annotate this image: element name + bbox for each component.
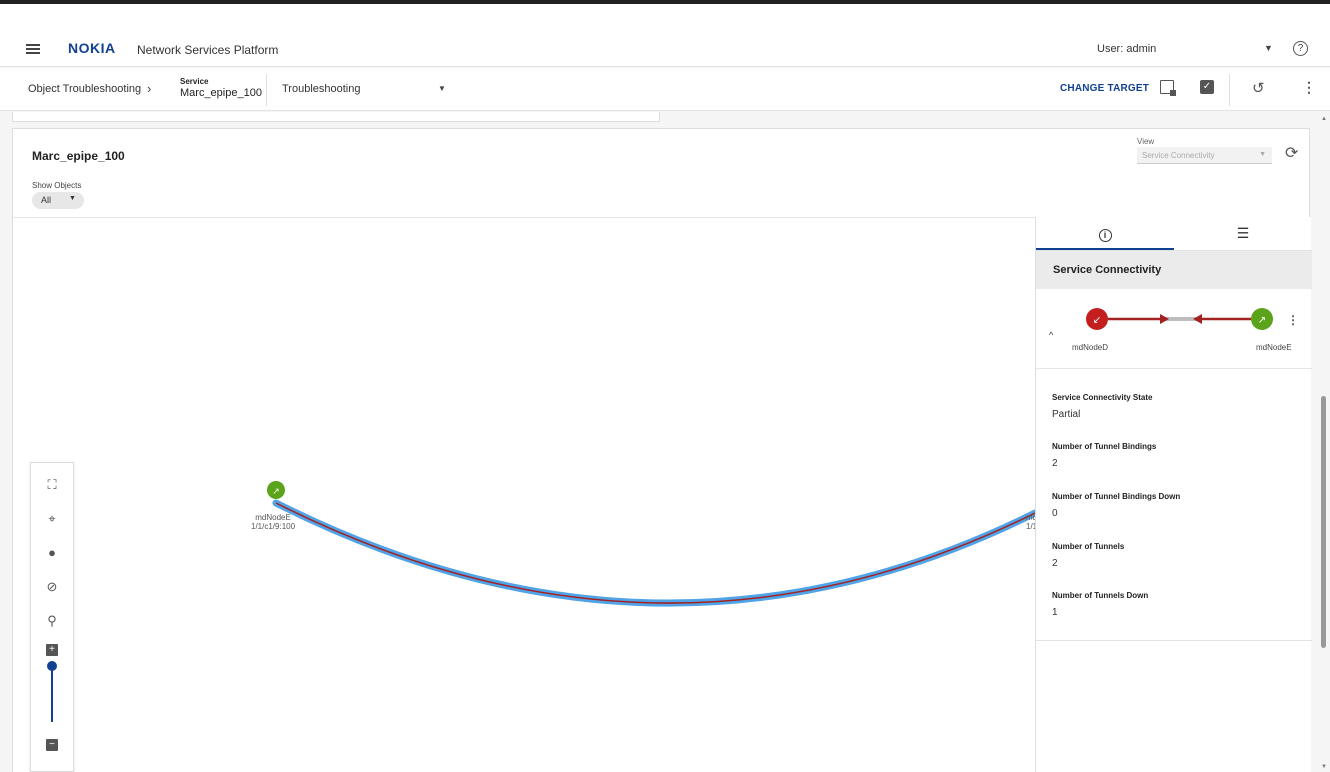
svg-text:↗: ↗ [1258,315,1266,326]
property-value: 0 [1052,508,1058,519]
breadcrumb-object-name: Marc_epipe_100 [180,87,262,99]
app-title: Network Services Platform [137,43,279,57]
tab-info[interactable]: i [1036,217,1174,250]
card-title: Marc_epipe_100 [32,149,125,163]
topology-map[interactable]: ↗ mdNodeE 1/1/c1/9:100 mdNodeD 1/1/c1/9:… [13,218,1039,772]
property-value: 1 [1052,607,1058,618]
list-icon: ☰ [1236,225,1250,241]
node-right-port: 1/1/c1/9:100 [1026,522,1035,531]
node-right-name: mdNodeD [1026,513,1035,522]
change-target-button[interactable]: CHANGE TARGET [1060,83,1149,94]
troubleshooting-card: Marc_epipe_100 View Service Connectivity… [12,128,1312,772]
node-right-label: mdNodeD 1/1/c1/9:100 [1026,513,1035,531]
service-link-core [275,502,1036,604]
details-panel: i ☰ Service Connectivity ^ ↙ ↗ ⋮ mdNodeD… [1035,217,1312,772]
property-item: Number of Tunnel Bindings 2 [1052,442,1156,469]
user-label[interactable]: User: admin [1097,43,1156,55]
node-left-port: 1/1/c1/9:100 [251,522,296,531]
divider [266,74,267,106]
zoom-slider-handle[interactable] [47,661,57,671]
crosshair-icon[interactable]: ⌖ [31,507,73,531]
connectivity-summary: ^ ↙ ↗ ⋮ mdNodeD mdNodeE [1036,289,1312,369]
caret-down-icon[interactable]: ▼ [438,84,446,93]
property-item: Service Connectivity State Partial [1052,393,1152,420]
property-value: 2 [1052,458,1058,469]
caret-down-icon[interactable]: ▼ [1264,43,1273,53]
clipboard-check-icon[interactable]: ✓ [1200,80,1214,94]
view-label: View [1137,137,1155,146]
panel-header: Service Connectivity [1036,251,1312,289]
chevron-right-icon: › [147,81,152,96]
menu-icon[interactable] [26,44,40,54]
more-vertical-icon[interactable]: ⋮ [1302,79,1316,96]
breadcrumb-root[interactable]: Object Troubleshooting [28,83,141,95]
zoom-in-icon[interactable]: + [46,644,58,656]
property-label: Service Connectivity State [1052,393,1153,402]
property-label: Number of Tunnels [1052,542,1125,551]
help-icon[interactable]: ? [1293,41,1308,56]
show-objects-value: All [41,195,52,205]
property-label: Number of Tunnels Down [1052,591,1149,600]
map-toolbar: ⛶ ⌖ ● ⊘ ⚲ + − [30,462,74,772]
scrollbar-thumb[interactable] [1321,396,1326,648]
node-e-icon[interactable]: ↗ [1251,308,1273,330]
svg-text:↙: ↙ [1093,315,1101,326]
node-b-label: mdNodeE [1256,343,1292,352]
topology-canvas[interactable]: ↗ [13,218,1039,772]
property-item: Number of Tunnel Bindings Down 0 [1052,492,1180,519]
node-d-icon[interactable]: ↙ [1086,308,1108,330]
property-item: Number of Tunnels 2 [1052,542,1124,569]
node-left-name: mdNodeE [255,513,291,522]
arrowhead-right [1160,314,1169,324]
link-edit-icon[interactable]: ⊘ [31,575,73,599]
node-a-label: mdNodeD [1072,343,1109,352]
arrowhead-left [1193,314,1202,324]
info-icon: i [1098,229,1112,242]
panel-title: Service Connectivity [1053,264,1162,276]
refresh-icon[interactable]: ⟳ [1285,143,1298,163]
view-select[interactable]: Troubleshooting [282,83,360,95]
show-objects-dropdown[interactable]: All ▼ [32,192,84,209]
tab-list[interactable]: ☰ [1174,217,1312,250]
brand-logo: NOKIA [68,40,116,56]
view-dropdown-value: Service Connectivity [1142,151,1215,160]
property-item: Number of Tunnels Down 1 [1052,591,1148,618]
caret-down-icon: ▼ [1259,151,1266,158]
zoom-out-icon[interactable]: − [46,739,58,751]
breadcrumb-bar: Object Troubleshooting › Service Marc_ep… [0,68,1330,111]
svg-text:↗: ↗ [272,487,280,497]
view-dropdown[interactable]: Service Connectivity ▼ [1137,147,1272,164]
scroll-up-icon[interactable]: ▲ [1321,116,1327,122]
property-label: Number of Tunnel Bindings [1052,442,1157,451]
divider [1229,74,1230,106]
connectivity-diagram: ↙ ↗ [1086,308,1273,330]
node-left-label: mdNodeE 1/1/c1/9:100 [251,513,295,531]
scroll-down-icon[interactable]: ▼ [1321,764,1327,770]
caret-down-icon: ▼ [69,195,76,202]
locate-icon[interactable]: ⚲ [31,609,73,633]
zoom-slider-track[interactable] [51,666,53,722]
show-objects-label: Show Objects [32,181,82,190]
property-label: Number of Tunnel Bindings Down [1052,492,1181,501]
more-vertical-icon[interactable]: ⋮ [1287,313,1299,327]
breadcrumb-object-kind: Service [180,77,209,86]
content-area: Marc_epipe_100 View Service Connectivity… [0,112,1318,772]
panel-tabs: i ☰ [1036,217,1312,251]
node-add-icon[interactable]: ● [31,541,73,565]
property-value: 2 [1052,558,1058,569]
property-value: Partial [1052,409,1081,420]
report-icon[interactable] [1160,80,1176,96]
previous-card [12,112,660,122]
history-icon[interactable]: ↺ [1252,79,1265,97]
node-left-icon[interactable]: ↗ [267,481,285,499]
app-bar: NOKIA Network Services Platform User: ad… [0,4,1330,67]
fit-screen-icon[interactable]: ⛶ [31,473,73,497]
divider [1036,640,1312,641]
page-scrollbar[interactable]: ▲ ▼ [1318,112,1330,772]
